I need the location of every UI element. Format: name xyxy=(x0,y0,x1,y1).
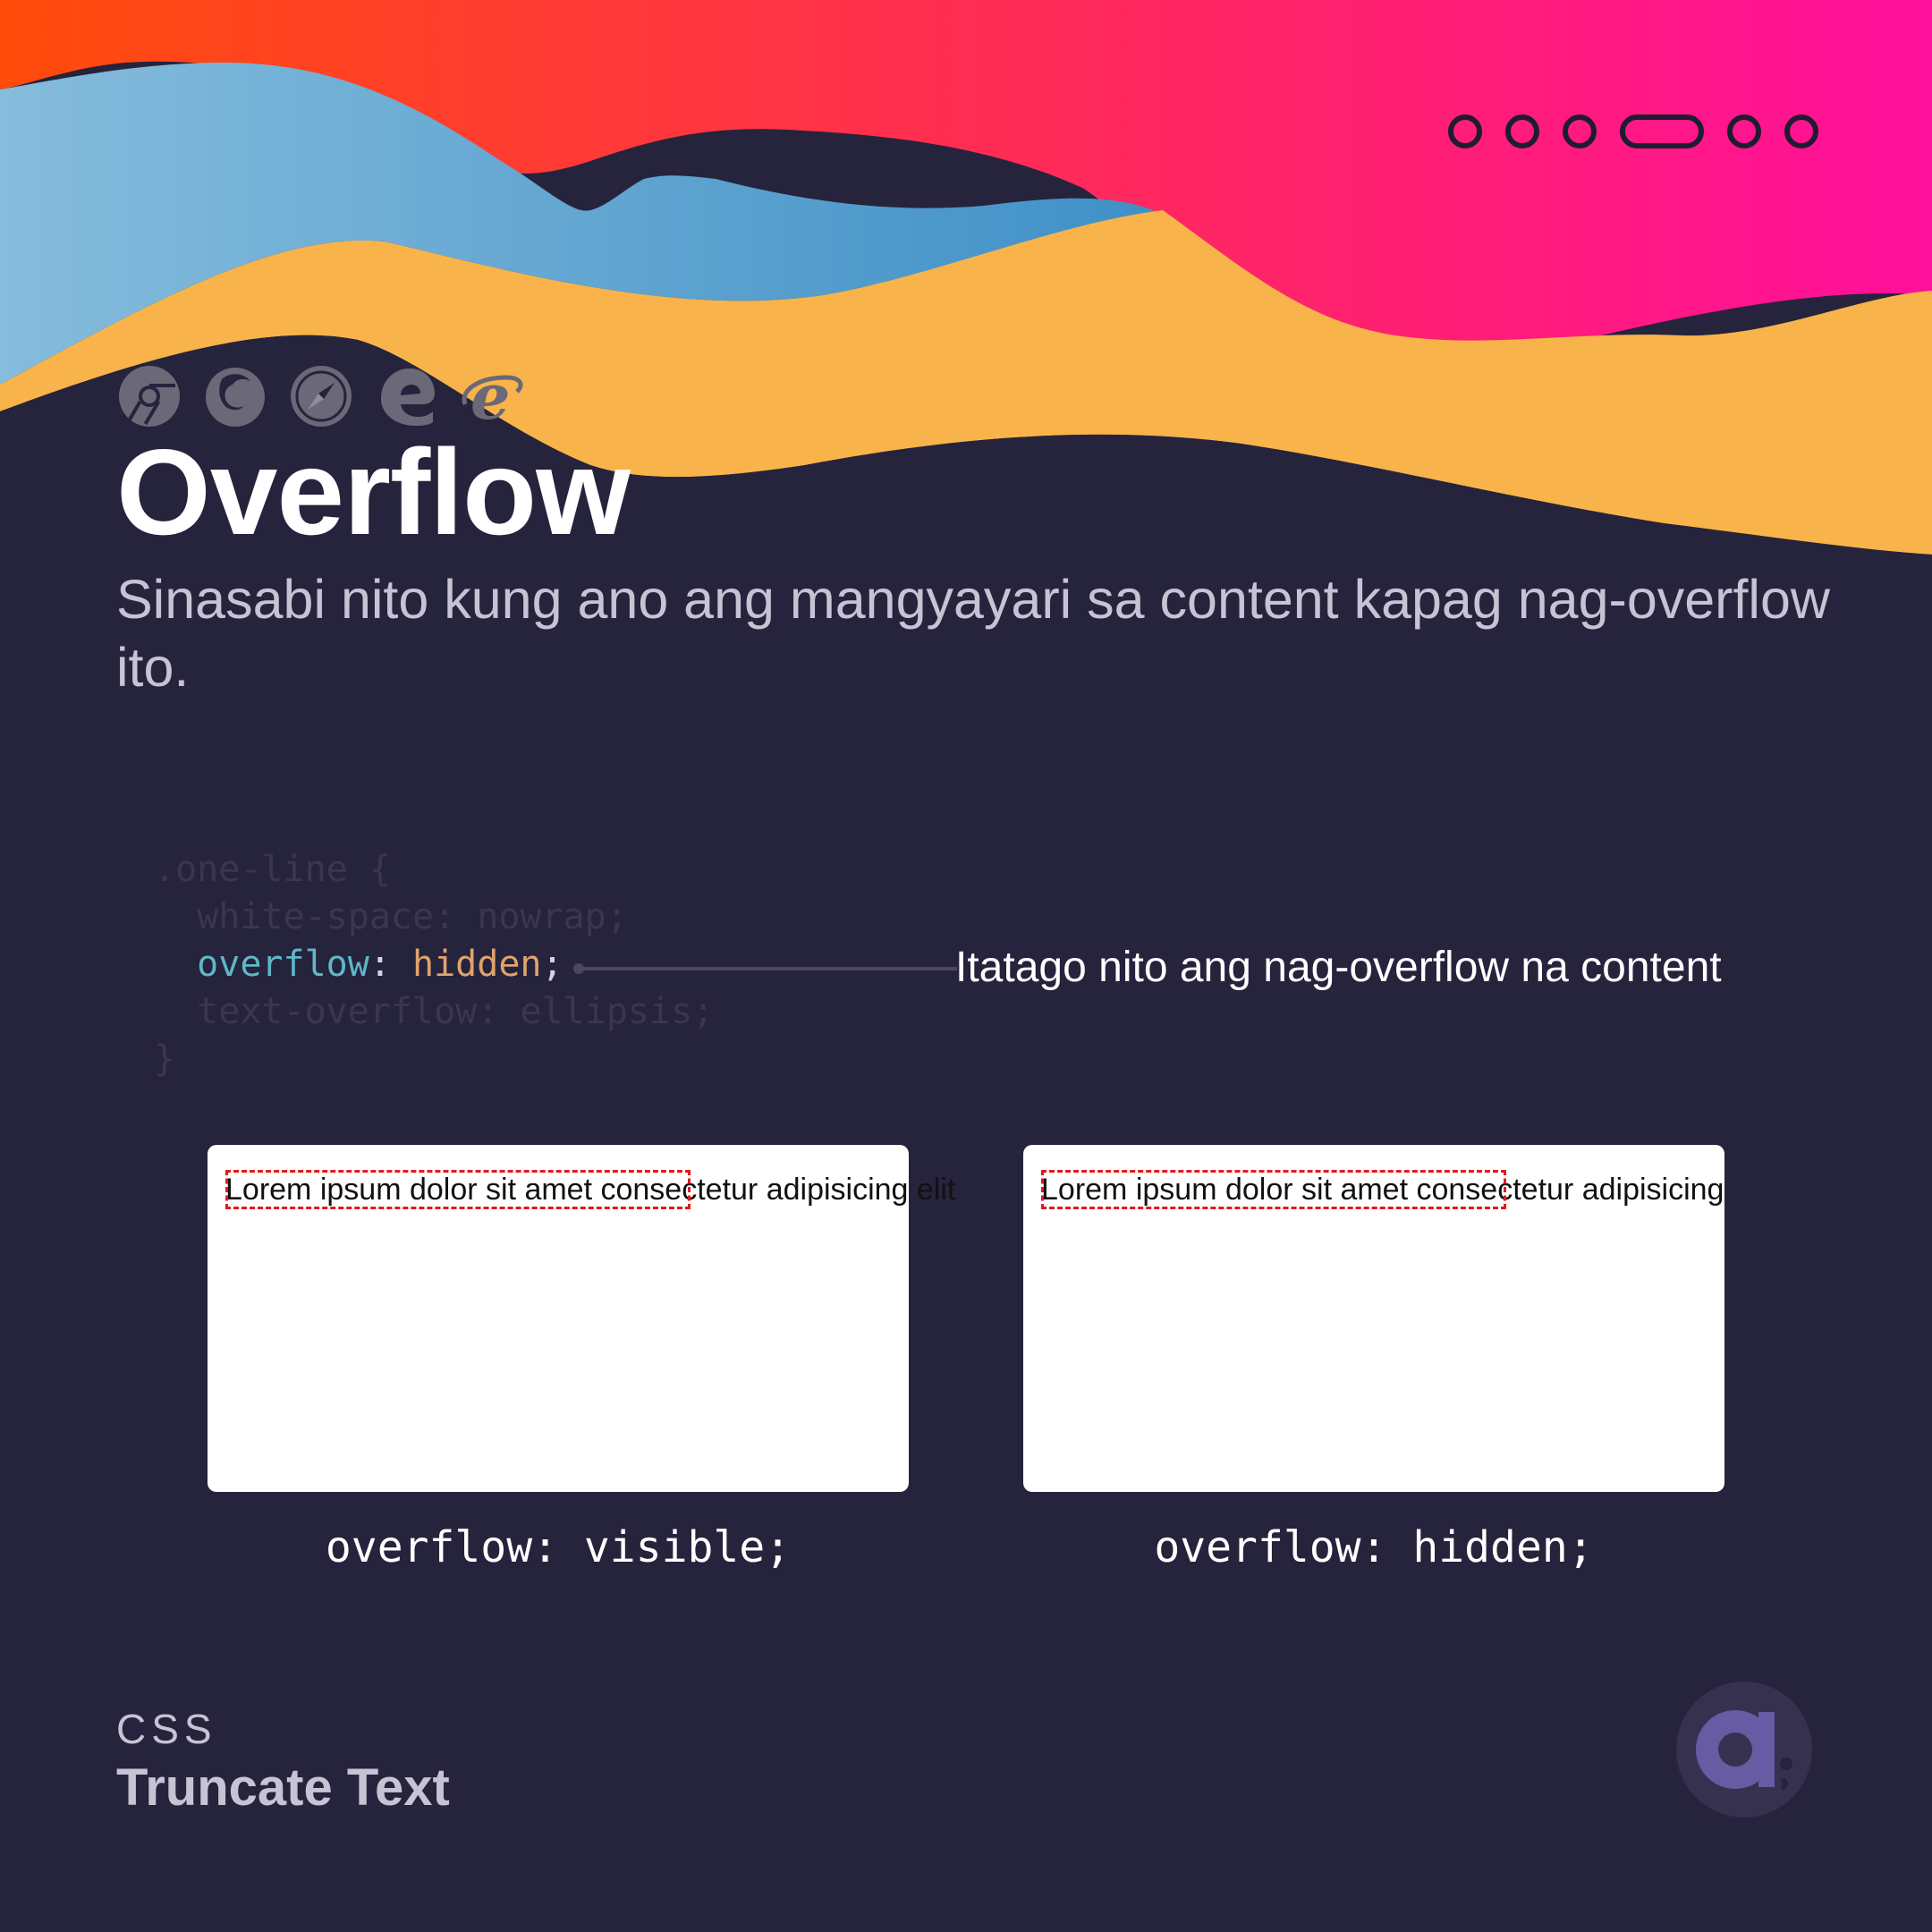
browser-support-icons: e xyxy=(118,365,524,428)
edge-icon xyxy=(381,369,435,426)
slide-pager xyxy=(1448,114,1818,148)
logo-icon xyxy=(1676,1682,1812,1818)
annotation-text: Itatago nito ang nag-overflow na content xyxy=(955,944,1722,991)
pager-dot[interactable] xyxy=(1448,114,1482,148)
code-property: overflow xyxy=(197,944,369,985)
code-line-close: } xyxy=(154,1038,176,1080)
code-line-text-overflow: text-overflow: ellipsis; xyxy=(154,991,715,1032)
code-semicolon: ; xyxy=(541,944,564,985)
overflow-hidden-caption: overflow: hidden; xyxy=(1154,1522,1594,1572)
internet-explorer-icon: e xyxy=(462,365,523,428)
footer-topic: Truncate Text xyxy=(116,1758,450,1817)
svg-text:e: e xyxy=(470,365,511,428)
code-value: hidden xyxy=(412,944,542,985)
dashed-boundary xyxy=(1041,1170,1506,1209)
annotation-connector xyxy=(573,963,957,974)
dashed-boundary xyxy=(225,1170,691,1209)
overflow-visible-demo: Lorem ipsum dolor sit amet consectetur a… xyxy=(208,1145,955,1492)
pager-dot[interactable] xyxy=(1505,114,1539,148)
page-subtitle: Sinasabi nito kung ano ang mangyayari sa… xyxy=(116,569,1830,698)
pager-dot[interactable] xyxy=(1727,114,1761,148)
pager-dot[interactable] xyxy=(1563,114,1597,148)
firefox-icon xyxy=(206,368,265,427)
pager-dot-active[interactable] xyxy=(1620,114,1704,148)
page-title: Overflow xyxy=(116,424,631,560)
code-line-selector: .one-line { xyxy=(154,849,391,890)
pager-dot[interactable] xyxy=(1784,114,1818,148)
overflow-visible-caption: overflow: visible; xyxy=(325,1522,792,1572)
chrome-icon xyxy=(119,366,180,427)
code-line-white-space: white-space: nowrap; xyxy=(154,896,628,937)
footer-category: CSS xyxy=(116,1706,217,1752)
code-colon: : xyxy=(369,944,412,985)
safari-icon xyxy=(291,366,352,427)
overflow-hidden-demo: Lorem ipsum dolor sit amet consectetur a… xyxy=(1023,1145,1724,1492)
